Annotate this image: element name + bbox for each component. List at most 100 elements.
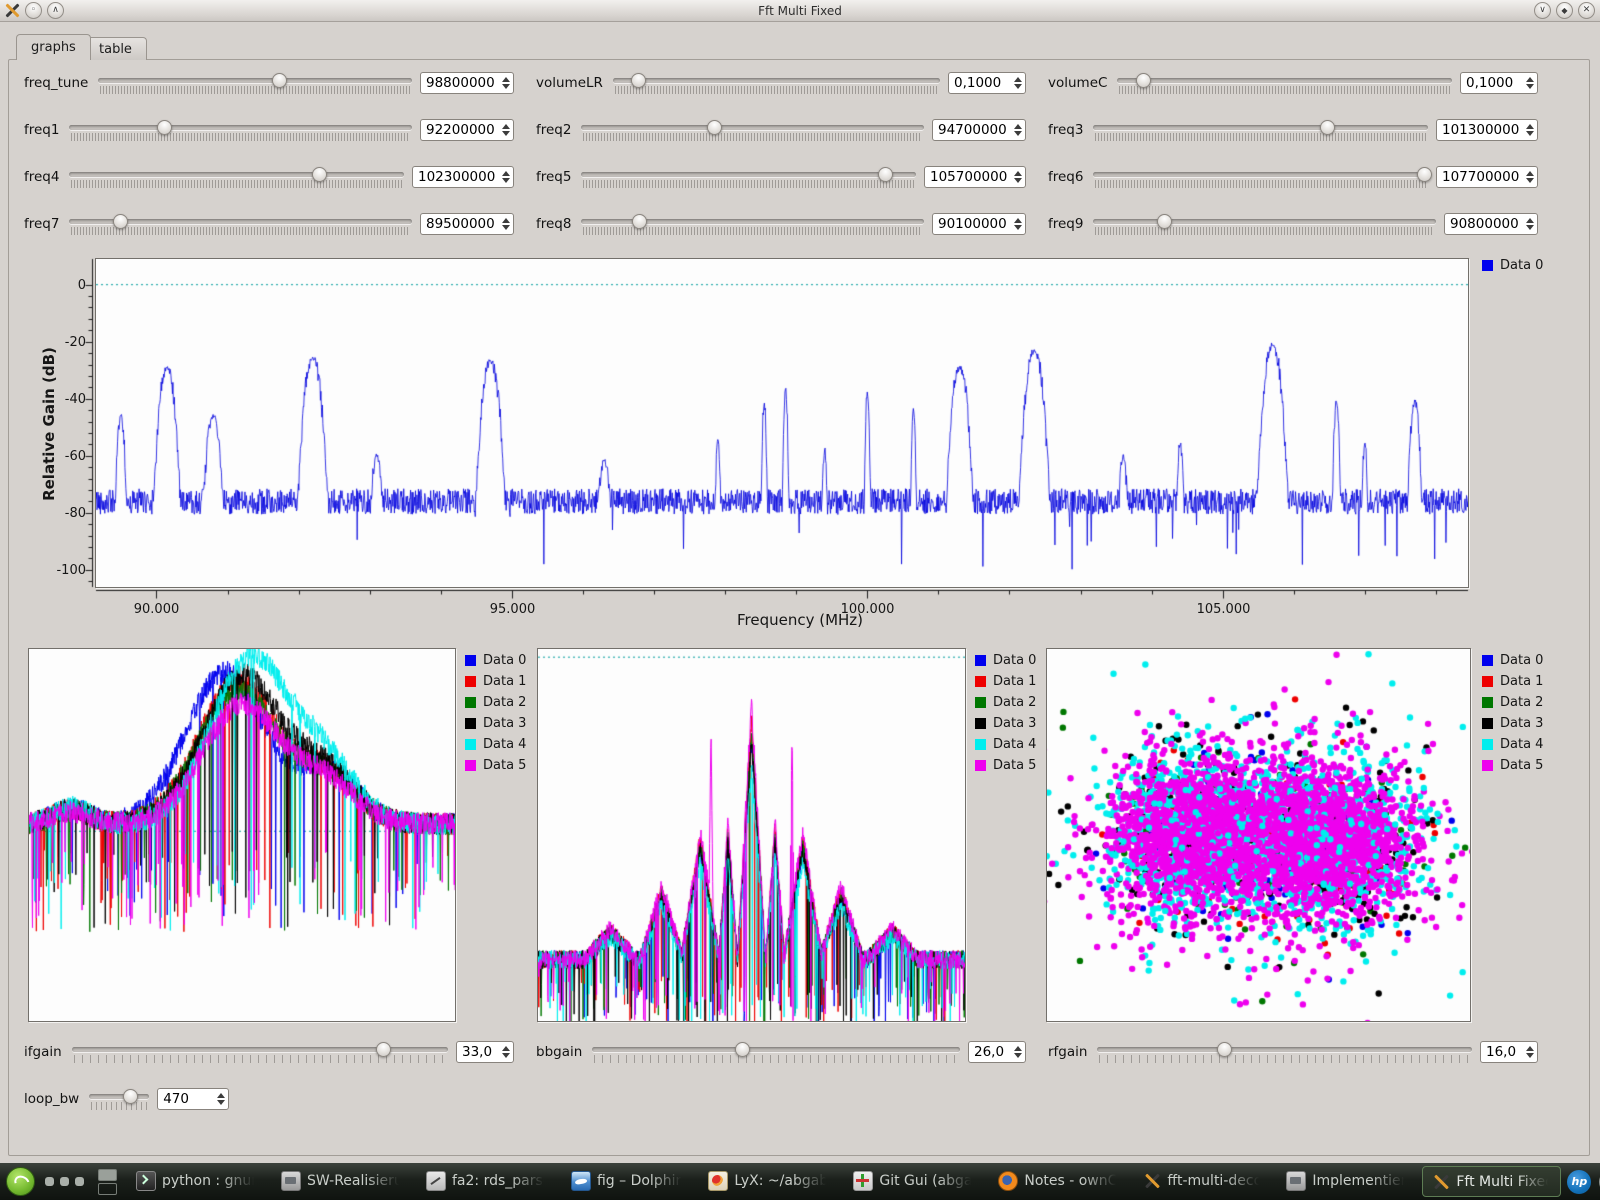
freq3-spin-down-icon[interactable] xyxy=(1526,131,1534,136)
bbgain-spinbox-arrows[interactable] xyxy=(1009,1046,1022,1058)
freq2-spin-down-icon[interactable] xyxy=(1014,131,1022,136)
freq1-spin-down-icon[interactable] xyxy=(502,131,510,136)
loop_bw-spin-down-icon[interactable] xyxy=(217,1100,225,1105)
loop_bw-slider-handle[interactable] xyxy=(123,1089,138,1104)
minimize-icon[interactable]: ∨ xyxy=(1534,2,1551,19)
rfgain-spin-up-icon[interactable] xyxy=(1526,1046,1534,1051)
freq8-spinbox[interactable]: 90100000 xyxy=(932,213,1026,235)
loop_bw-slider[interactable] xyxy=(89,1085,149,1113)
freq8-spinbox-arrows[interactable] xyxy=(1009,218,1022,230)
ifgain-spinbox-arrows[interactable] xyxy=(497,1046,510,1058)
loop_bw-spin-up-icon[interactable] xyxy=(217,1093,225,1098)
loop_bw-spinbox[interactable]: 470 xyxy=(157,1088,229,1110)
freq7-slider-handle[interactable] xyxy=(113,214,128,229)
freq1-spinbox-arrows[interactable] xyxy=(497,124,510,136)
ifgain-spinbox[interactable]: 33,0 xyxy=(456,1041,514,1063)
taskbar-task-firefox-6[interactable]: Notes - ownCl xyxy=(989,1166,1128,1195)
loop_bw-spinbox-arrows[interactable] xyxy=(212,1093,225,1105)
constellation-canvas[interactable] xyxy=(1047,649,1470,1021)
freq6-spin-down-icon[interactable] xyxy=(1526,178,1534,183)
freq7-spinbox-arrows[interactable] xyxy=(497,218,510,230)
freq2-spin-up-icon[interactable] xyxy=(1014,124,1022,129)
freq5-slider-handle[interactable] xyxy=(878,167,893,182)
spectrum-b-canvas[interactable] xyxy=(538,649,965,1021)
freq5-slider[interactable] xyxy=(581,163,916,191)
freq3-spin-up-icon[interactable] xyxy=(1526,124,1534,129)
taskbar-task-gnuradio-7[interactable]: fft-multi-decod xyxy=(1134,1166,1271,1195)
bbgain-spin-down-icon[interactable] xyxy=(1014,1053,1022,1058)
freq_tune-spinbox[interactable]: 98800000 xyxy=(420,72,514,94)
main-fft-canvas[interactable] xyxy=(96,259,1468,587)
freq5-spin-up-icon[interactable] xyxy=(1014,171,1022,176)
rfgain-spinbox[interactable]: 16,0 xyxy=(1480,1041,1538,1063)
bbgain-spin-up-icon[interactable] xyxy=(1014,1046,1022,1051)
freq5-spinbox[interactable]: 105700000 xyxy=(924,166,1026,188)
pager-desktop-1[interactable] xyxy=(98,1169,117,1181)
freq5-spinbox-arrows[interactable] xyxy=(1009,171,1022,183)
freq3-spinbox-arrows[interactable] xyxy=(1521,124,1534,136)
freq9-spinbox[interactable]: 90800000 xyxy=(1444,213,1538,235)
freq8-slider-handle[interactable] xyxy=(632,214,647,229)
volumeC-spin-down-icon[interactable] xyxy=(1526,84,1534,89)
bbgain-slider[interactable] xyxy=(592,1038,960,1066)
window-rollup-icon[interactable]: ∧ xyxy=(47,2,64,19)
freq4-spinbox[interactable]: 102300000 xyxy=(412,166,514,188)
freq9-spin-up-icon[interactable] xyxy=(1526,218,1534,223)
freq9-spinbox-arrows[interactable] xyxy=(1521,218,1534,230)
close-icon[interactable]: ✕ xyxy=(1578,2,1595,19)
freq1-slider[interactable] xyxy=(69,116,412,144)
taskbar-task-app-generic-1[interactable]: SW-Realisierun xyxy=(272,1166,411,1195)
ifgain-slider[interactable] xyxy=(72,1038,448,1066)
freq4-spin-up-icon[interactable] xyxy=(502,171,510,176)
ifgain-spin-up-icon[interactable] xyxy=(502,1046,510,1051)
freq3-slider-handle[interactable] xyxy=(1320,120,1335,135)
bbgain-spinbox[interactable]: 26,0 xyxy=(968,1041,1026,1063)
volumeC-slider[interactable] xyxy=(1117,69,1452,97)
freq_tune-spin-down-icon[interactable] xyxy=(502,84,510,89)
bbgain-slider-handle[interactable] xyxy=(735,1042,750,1057)
volumeLR-spinbox-arrows[interactable] xyxy=(1009,77,1022,89)
freq1-spin-up-icon[interactable] xyxy=(502,124,510,129)
volumeLR-spin-down-icon[interactable] xyxy=(1014,84,1022,89)
freq4-slider[interactable] xyxy=(69,163,404,191)
freq9-slider[interactable] xyxy=(1093,210,1436,238)
volumeC-spin-up-icon[interactable] xyxy=(1526,77,1534,82)
taskbar-task-editor-2[interactable]: fa2: rds_parse xyxy=(417,1166,556,1195)
freq8-spin-down-icon[interactable] xyxy=(1014,225,1022,230)
rfgain-slider-handle[interactable] xyxy=(1217,1042,1232,1057)
freq6-spinbox[interactable]: 107700000 xyxy=(1436,166,1538,188)
freq4-spinbox-arrows[interactable] xyxy=(497,171,510,183)
taskbar-task-terminal-0[interactable]: python : gnur xyxy=(127,1166,266,1195)
rfgain-spinbox-arrows[interactable] xyxy=(1521,1046,1534,1058)
taskbar-task-app-generic-8[interactable]: Implementierun xyxy=(1277,1166,1416,1195)
volumeC-spinbox[interactable]: 0,1000 xyxy=(1460,72,1538,94)
freq6-spin-up-icon[interactable] xyxy=(1526,171,1534,176)
gnuradio-app-icon[interactable] xyxy=(5,3,20,18)
ifgain-slider-handle[interactable] xyxy=(376,1042,391,1057)
freq7-spin-up-icon[interactable] xyxy=(502,218,510,223)
freq6-slider[interactable] xyxy=(1093,163,1428,191)
volumeLR-spinbox[interactable]: 0,1000 xyxy=(948,72,1026,94)
opensuse-launcher-icon[interactable] xyxy=(6,1167,35,1196)
freq7-spinbox[interactable]: 89500000 xyxy=(420,213,514,235)
tab-graphs[interactable]: graphs xyxy=(16,34,91,60)
taskbar-task-gnuradio-9[interactable]: Fft Multi Fixed xyxy=(1422,1166,1561,1197)
rfgain-spin-down-icon[interactable] xyxy=(1526,1053,1534,1058)
taskbar-task-dolphin-3[interactable]: fig – Dolphin xyxy=(562,1166,693,1195)
freq5-spin-down-icon[interactable] xyxy=(1014,178,1022,183)
freq3-slider[interactable] xyxy=(1093,116,1428,144)
freq2-slider[interactable] xyxy=(581,116,924,144)
hp-tray-icon[interactable]: hp xyxy=(1567,1170,1591,1194)
maximize-icon[interactable]: ◆ xyxy=(1556,2,1573,19)
taskbar-task-git-5[interactable]: Git Gui (abgab xyxy=(844,1166,983,1195)
freq2-spinbox[interactable]: 94700000 xyxy=(932,119,1026,141)
freq_tune-spin-up-icon[interactable] xyxy=(502,77,510,82)
freq1-spinbox[interactable]: 92200000 xyxy=(420,119,514,141)
volumeLR-spin-up-icon[interactable] xyxy=(1014,77,1022,82)
freq8-slider[interactable] xyxy=(581,210,924,238)
launcher-dot-icon[interactable] xyxy=(60,1177,69,1186)
freq_tune-slider[interactable] xyxy=(98,69,412,97)
rfgain-slider[interactable] xyxy=(1097,1038,1472,1066)
launcher-dot-icon[interactable] xyxy=(45,1177,54,1186)
taskbar-task-lyx-4[interactable]: LyX: ~/abgabe xyxy=(699,1166,838,1195)
